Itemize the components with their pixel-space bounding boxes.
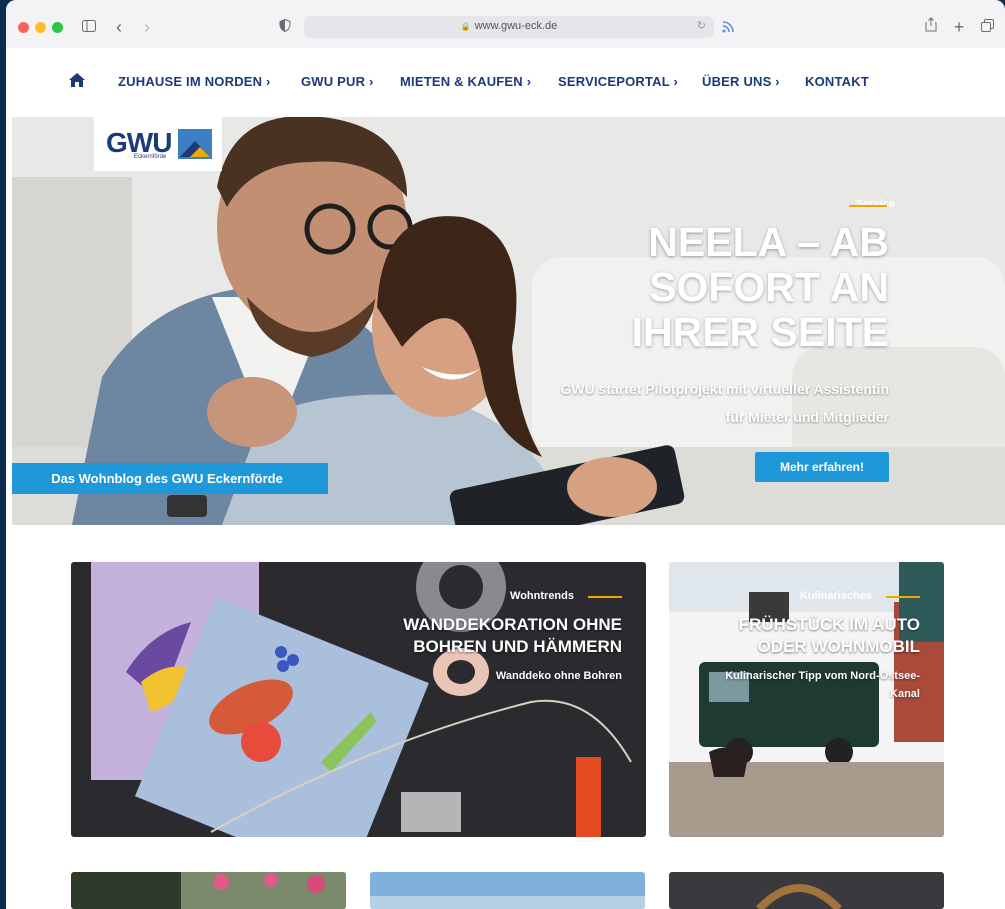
card-title-line: WANDDEKORATION OHNE xyxy=(403,615,622,634)
zoom-window-button[interactable] xyxy=(52,22,63,33)
home-icon[interactable] xyxy=(68,72,86,93)
hero-subtitle-line: für Mieter und Mitglieder xyxy=(725,409,889,425)
card-title-line: ODER WOHNMOBIL xyxy=(757,637,920,656)
card-category-line xyxy=(886,596,920,598)
hero-banner[interactable]: GWU Eckernförde Service NEELA – AB SOFOR… xyxy=(12,117,1005,525)
blog-banner[interactable]: Das Wohnblog des GWU Eckernförde xyxy=(12,463,328,494)
article-card-preview[interactable] xyxy=(370,872,645,909)
card-category-line xyxy=(588,596,622,598)
nav-kontakt[interactable]: KONTAKT xyxy=(805,74,869,89)
article-card-wanddekoration[interactable]: Wohntrends WANDDEKORATION OHNE BOHREN UN… xyxy=(71,562,646,837)
article-card-preview[interactable] xyxy=(669,872,944,909)
hero-category: Service xyxy=(855,198,895,210)
rss-icon[interactable] xyxy=(722,16,736,38)
new-tab-icon[interactable]: + xyxy=(952,16,966,38)
card-title-line: BOHREN UND HÄMMERN xyxy=(413,637,622,656)
article-card-preview[interactable] xyxy=(71,872,346,909)
back-icon[interactable]: ‹ xyxy=(112,16,126,38)
tabs-icon[interactable] xyxy=(980,16,994,38)
card-category: Kulinarisches xyxy=(799,590,872,602)
reload-icon[interactable]: ↻ xyxy=(697,19,706,32)
logo-subtitle: Eckernförde xyxy=(134,154,167,160)
close-window-button[interactable] xyxy=(18,22,29,33)
hero-title: NEELA – AB SOFORT AN IHRER SEITE xyxy=(569,220,889,355)
card-subtitle: Kulinarischer Tipp vom Nord-Ostsee- Kana… xyxy=(680,667,920,703)
hero-title-line: SOFORT AN xyxy=(649,264,889,310)
card-title: WANDDEKORATION OHNE BOHREN UND HÄMMERN xyxy=(322,614,622,658)
forward-icon[interactable]: › xyxy=(140,16,154,38)
lock-icon: 🔒 xyxy=(460,22,471,31)
card-title-line: FRÜHSTÜCK IM AUTO xyxy=(738,615,920,634)
house-logo-icon xyxy=(178,129,212,159)
browser-toolbar: ‹ › 🔒 www.gwu-eck.de ↻ + xyxy=(6,0,1005,49)
card-photo xyxy=(669,872,944,909)
nav-gwu-pur[interactable]: GWU PUR › xyxy=(301,74,374,89)
card-subtitle-line: Kanal xyxy=(890,688,920,700)
shield-icon[interactable] xyxy=(278,16,292,38)
card-subtitle: Wanddeko ohne Bohren xyxy=(495,670,622,682)
hero-category-line xyxy=(849,205,887,207)
hero-subtitle-line: GWU startet Pilotprojekt mit virtueller … xyxy=(560,381,889,397)
nav-mieten-kaufen[interactable]: MIETEN & KAUFEN › xyxy=(400,74,531,89)
browser-window: ‹ › 🔒 www.gwu-eck.de ↻ + ZUHAUSE IM NORDE… xyxy=(6,0,1005,909)
card-photo xyxy=(71,872,346,909)
gwu-logo[interactable]: GWU Eckernförde xyxy=(94,117,222,171)
card-category: Wohntrends xyxy=(510,590,574,602)
article-card-fruehstueck[interactable]: Kulinarisches FRÜHSTÜCK IM AUTO ODER WOH… xyxy=(669,562,944,837)
mehr-erfahren-button[interactable]: Mehr erfahren! xyxy=(755,452,889,482)
minimize-window-button[interactable] xyxy=(35,22,46,33)
card-photo xyxy=(370,872,645,909)
url-text: www.gwu-eck.de xyxy=(474,20,558,32)
nav-ueber-uns[interactable]: ÜBER UNS › xyxy=(702,74,780,89)
hero-title-line: NEELA – AB xyxy=(648,219,889,265)
share-icon[interactable] xyxy=(924,16,938,38)
card-subtitle-line: Kulinarischer Tipp vom Nord-Ostsee- xyxy=(725,670,920,682)
sidebar-icon[interactable] xyxy=(80,16,98,38)
nav-serviceportal[interactable]: SERVICEPORTAL › xyxy=(558,74,678,89)
card-photo xyxy=(71,562,646,837)
hero-subtitle: GWU startet Pilotprojekt mit virtueller … xyxy=(469,375,889,431)
address-bar[interactable]: 🔒 www.gwu-eck.de ↻ xyxy=(304,16,714,38)
card-title: FRÜHSTÜCK IM AUTO ODER WOHNMOBIL xyxy=(680,614,920,658)
nav-zuhause-im-norden[interactable]: ZUHAUSE IM NORDEN › xyxy=(118,74,271,89)
hero-title-line: IHRER SEITE xyxy=(631,309,889,355)
